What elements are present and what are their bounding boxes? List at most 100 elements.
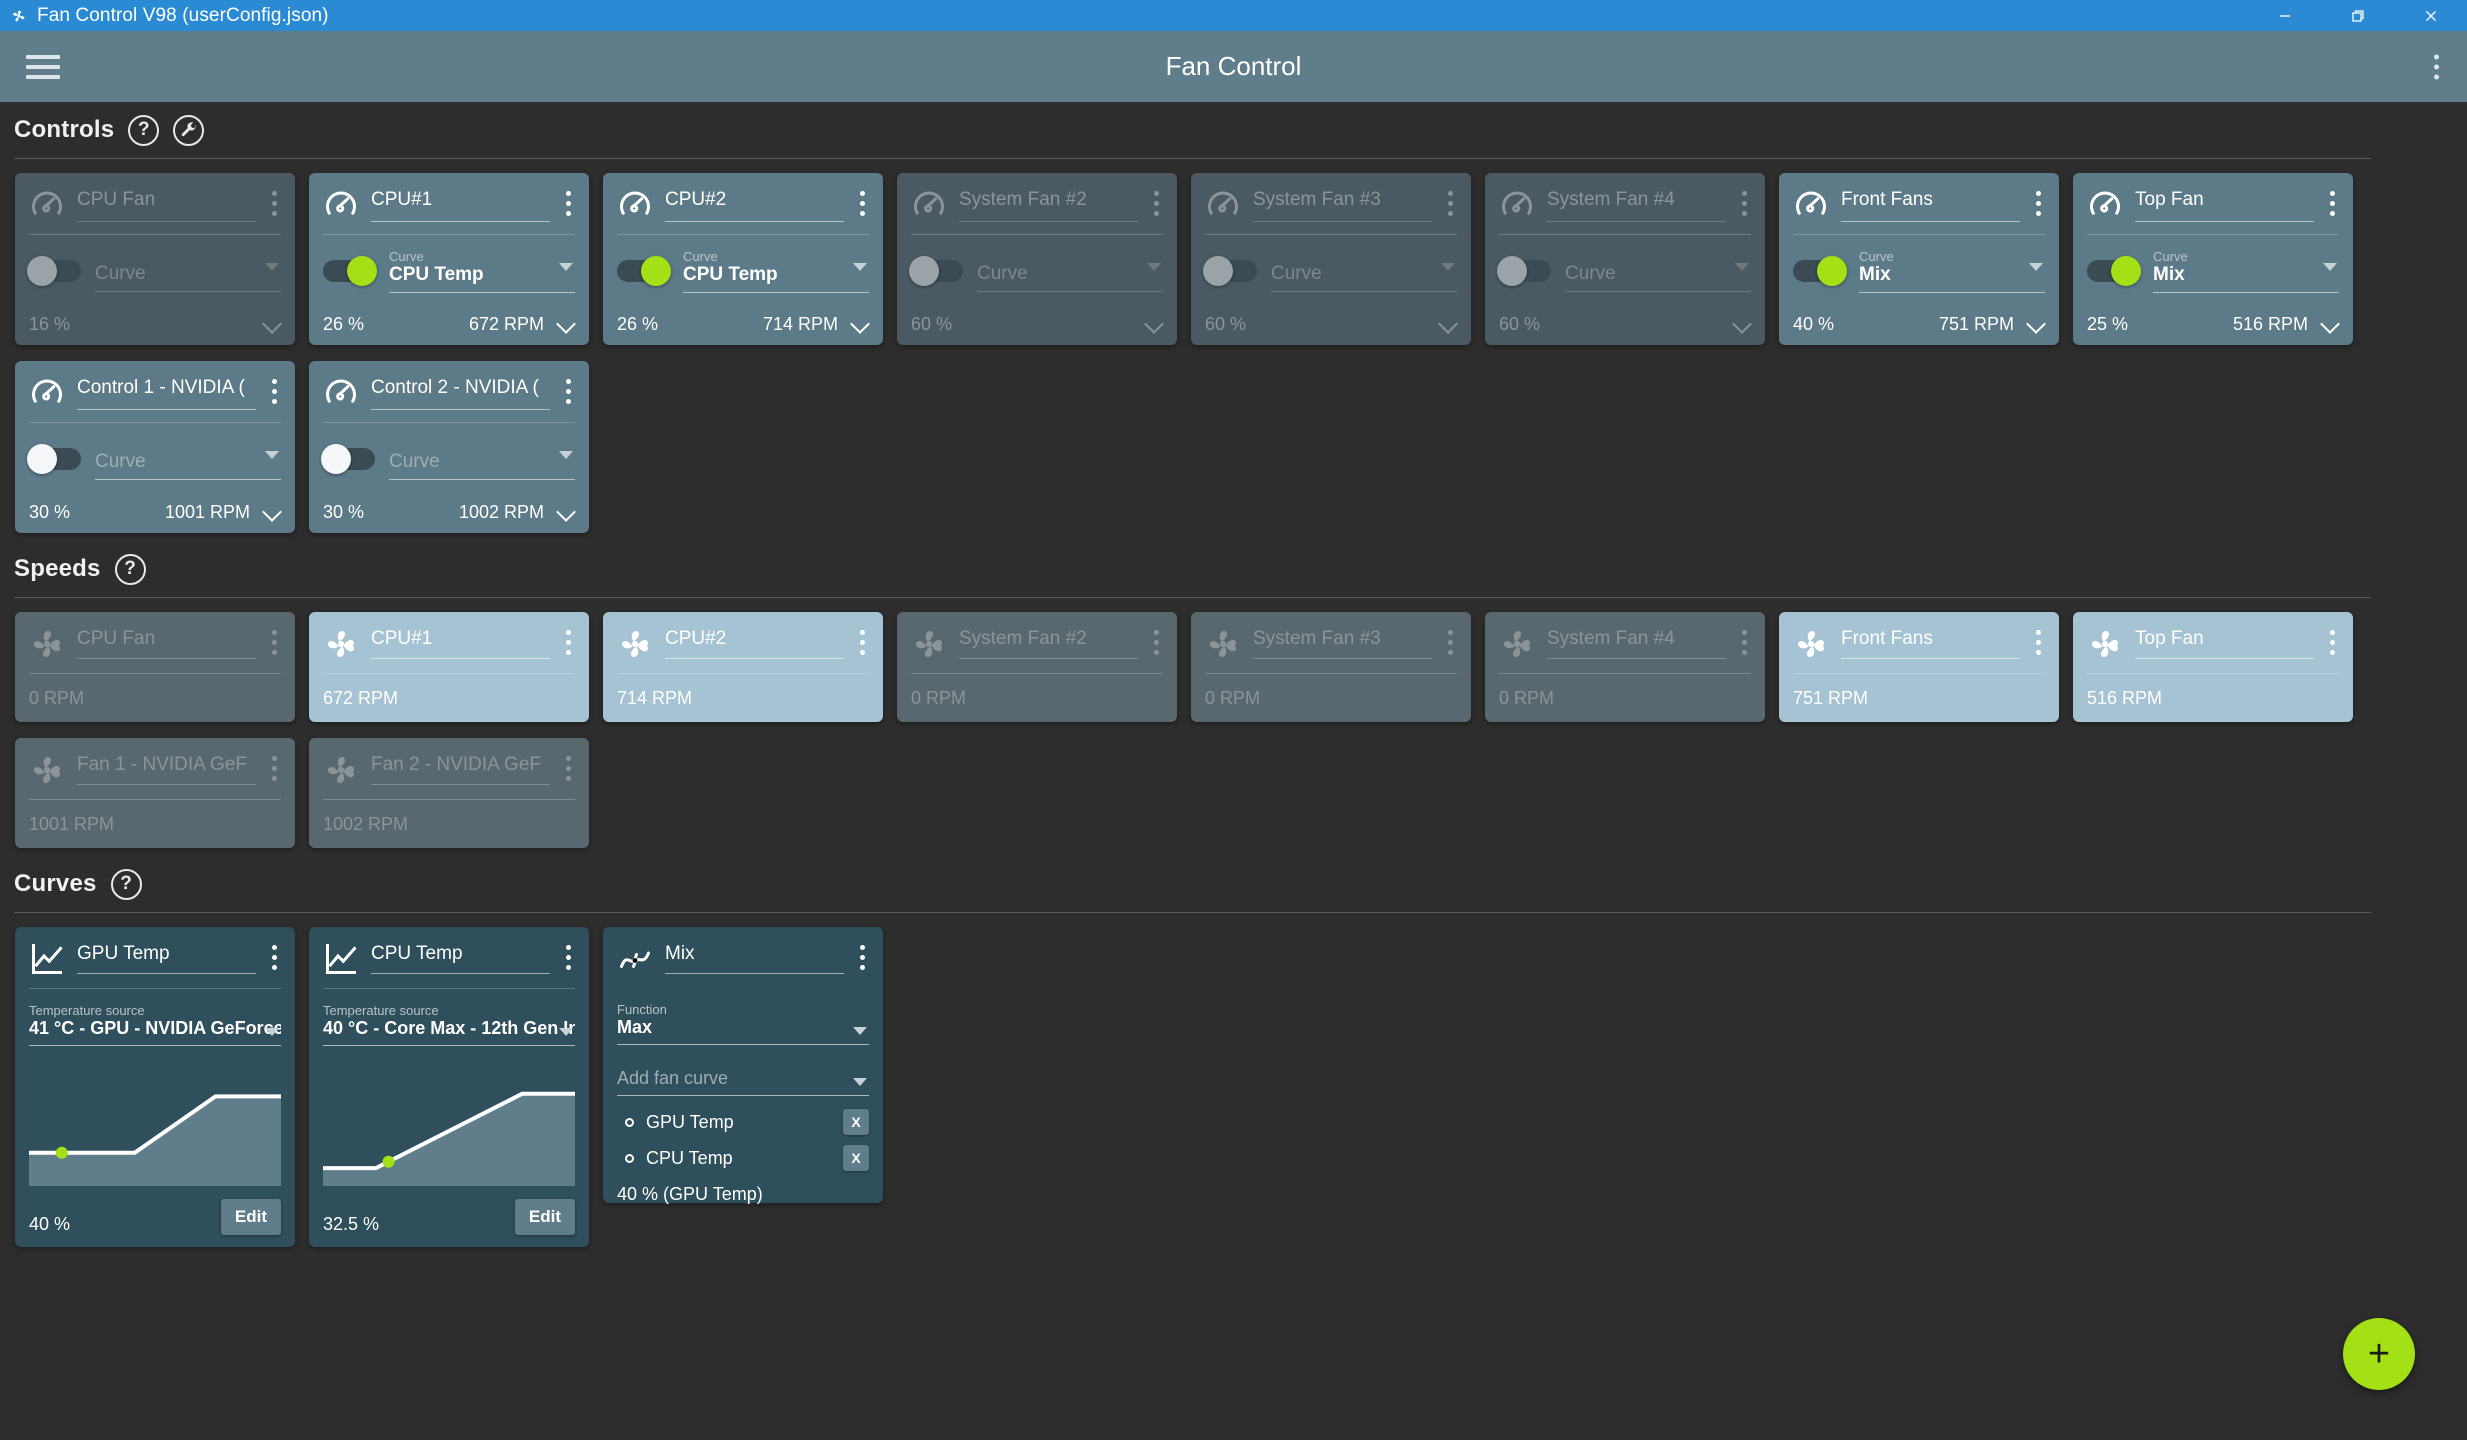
control-kebab-menu-icon[interactable] xyxy=(2326,185,2339,222)
speed-card[interactable]: Front Fans751 RPM xyxy=(1779,612,2059,722)
control-name[interactable]: Control 1 - NVIDIA ( xyxy=(77,377,256,401)
control-name[interactable]: CPU Fan xyxy=(77,189,256,213)
close-button[interactable] xyxy=(2394,0,2467,31)
add-button[interactable]: + xyxy=(2343,1318,2415,1390)
speed-kebab-menu-icon[interactable] xyxy=(856,624,869,661)
question-mark-icon[interactable]: ? xyxy=(111,869,142,900)
speed-name[interactable]: System Fan #4 xyxy=(1547,628,1675,649)
expand-chevron-icon[interactable] xyxy=(2028,316,2045,333)
speed-card[interactable]: System Fan #40 RPM xyxy=(1485,612,1765,722)
temperature-source-select[interactable]: Temperature source40 °C - Core Max - 12t… xyxy=(323,1003,575,1046)
curve-card[interactable]: CPU Temp Temperature source40 °C - Core M… xyxy=(309,927,589,1247)
control-kebab-menu-icon[interactable] xyxy=(1444,185,1457,222)
control-kebab-menu-icon[interactable] xyxy=(2032,185,2045,222)
speed-kebab-menu-icon[interactable] xyxy=(268,624,281,661)
speed-kebab-menu-icon[interactable] xyxy=(1444,624,1457,661)
control-enable-toggle[interactable] xyxy=(617,260,669,282)
speed-card[interactable]: Fan 2 - NVIDIA GeF1002 RPM xyxy=(309,738,589,848)
expand-chevron-icon[interactable] xyxy=(558,504,575,521)
edit-button[interactable]: Edit xyxy=(515,1199,575,1235)
control-kebab-menu-icon[interactable] xyxy=(1738,185,1751,222)
minimize-button[interactable] xyxy=(2248,0,2321,31)
speed-card[interactable]: System Fan #30 RPM xyxy=(1191,612,1471,722)
control-curve-select[interactable]: Curve xyxy=(95,437,281,480)
speed-name[interactable]: Fan 2 - NVIDIA GeF xyxy=(371,754,541,775)
curve-name[interactable]: CPU Temp xyxy=(371,943,463,964)
control-enable-toggle[interactable] xyxy=(29,260,81,282)
curve-chart[interactable] xyxy=(29,1058,281,1186)
control-card[interactable]: Front FansCurveMix40 %751 RPM xyxy=(1779,173,2059,345)
control-name[interactable]: System Fan #4 xyxy=(1547,189,1726,213)
expand-chevron-icon[interactable] xyxy=(2322,316,2339,333)
control-curve-select[interactable]: Curve xyxy=(1271,249,1457,292)
maximize-button[interactable] xyxy=(2321,0,2394,31)
control-card[interactable]: Control 1 - NVIDIA (Curve30 %1001 RPM xyxy=(15,361,295,533)
speed-card[interactable]: Fan 1 - NVIDIA GeF1001 RPM xyxy=(15,738,295,848)
curve-card[interactable]: MixFunctionMaxAdd fan curveGPU TempXCPU … xyxy=(603,927,883,1203)
speed-name[interactable]: CPU Fan xyxy=(77,628,155,649)
control-card[interactable]: Top FanCurveMix25 %516 RPM xyxy=(2073,173,2353,345)
speed-kebab-menu-icon[interactable] xyxy=(2326,624,2339,661)
mix-function-select[interactable]: FunctionMax xyxy=(617,1002,869,1045)
control-card[interactable]: System Fan #3Curve60 % xyxy=(1191,173,1471,345)
speed-kebab-menu-icon[interactable] xyxy=(2032,624,2045,661)
expand-chevron-icon[interactable] xyxy=(264,504,281,521)
control-curve-select[interactable]: Curve xyxy=(1565,249,1751,292)
speed-kebab-menu-icon[interactable] xyxy=(268,750,281,787)
control-kebab-menu-icon[interactable] xyxy=(562,373,575,410)
control-kebab-menu-icon[interactable] xyxy=(268,185,281,222)
curve-kebab-menu-icon[interactable] xyxy=(562,939,575,976)
add-fan-curve-select[interactable]: Add fan curve xyxy=(617,1059,869,1096)
curve-name[interactable]: GPU Temp xyxy=(77,943,170,964)
control-card[interactable]: System Fan #2Curve60 % xyxy=(897,173,1177,345)
wrench-icon[interactable] xyxy=(173,115,204,146)
control-kebab-menu-icon[interactable] xyxy=(856,185,869,222)
control-card[interactable]: CPU FanCurve16 % xyxy=(15,173,295,345)
speed-name[interactable]: System Fan #2 xyxy=(959,628,1087,649)
speed-name[interactable]: Fan 1 - NVIDIA GeF xyxy=(77,754,247,775)
speed-name[interactable]: CPU#1 xyxy=(371,628,432,649)
control-enable-toggle[interactable] xyxy=(29,448,81,470)
expand-chevron-icon[interactable] xyxy=(264,316,281,333)
expand-chevron-icon[interactable] xyxy=(1440,316,1457,333)
control-enable-toggle[interactable] xyxy=(323,448,375,470)
control-card[interactable]: Control 2 - NVIDIA (Curve30 %1002 RPM xyxy=(309,361,589,533)
speed-card[interactable]: CPU Fan0 RPM xyxy=(15,612,295,722)
control-enable-toggle[interactable] xyxy=(1205,260,1257,282)
edit-button[interactable]: Edit xyxy=(221,1199,281,1235)
speed-name[interactable]: Top Fan xyxy=(2135,628,2204,649)
control-curve-select[interactable]: CurveCPU Temp xyxy=(389,249,575,293)
speed-card[interactable]: Top Fan516 RPM xyxy=(2073,612,2353,722)
control-name[interactable]: System Fan #2 xyxy=(959,189,1138,213)
speed-name[interactable]: System Fan #3 xyxy=(1253,628,1381,649)
speed-kebab-menu-icon[interactable] xyxy=(562,750,575,787)
control-card[interactable]: CPU#2CurveCPU Temp26 %714 RPM xyxy=(603,173,883,345)
curve-kebab-menu-icon[interactable] xyxy=(856,939,869,976)
speed-card[interactable]: CPU#2714 RPM xyxy=(603,612,883,722)
control-card[interactable]: System Fan #4Curve60 % xyxy=(1485,173,1765,345)
control-name[interactable]: Top Fan xyxy=(2135,189,2314,213)
expand-chevron-icon[interactable] xyxy=(1734,316,1751,333)
curve-chart[interactable] xyxy=(323,1058,575,1186)
control-curve-select[interactable]: Curve xyxy=(389,437,575,480)
speed-kebab-menu-icon[interactable] xyxy=(1150,624,1163,661)
control-kebab-menu-icon[interactable] xyxy=(1150,185,1163,222)
kebab-menu-icon[interactable] xyxy=(2428,48,2445,85)
curve-kebab-menu-icon[interactable] xyxy=(268,939,281,976)
control-card[interactable]: CPU#1CurveCPU Temp26 %672 RPM xyxy=(309,173,589,345)
curve-name[interactable]: Mix xyxy=(665,943,695,964)
control-curve-select[interactable]: CurveMix xyxy=(2153,249,2339,293)
speed-name[interactable]: Front Fans xyxy=(1841,628,1933,649)
speed-card[interactable]: CPU#1672 RPM xyxy=(309,612,589,722)
expand-chevron-icon[interactable] xyxy=(852,316,869,333)
expand-chevron-icon[interactable] xyxy=(1146,316,1163,333)
expand-chevron-icon[interactable] xyxy=(558,316,575,333)
control-curve-select[interactable]: CurveCPU Temp xyxy=(683,249,869,293)
control-enable-toggle[interactable] xyxy=(1793,260,1845,282)
control-name[interactable]: CPU#2 xyxy=(665,189,844,213)
control-name[interactable]: Control 2 - NVIDIA ( xyxy=(371,377,550,401)
control-name[interactable]: Front Fans xyxy=(1841,189,2020,213)
control-name[interactable]: CPU#1 xyxy=(371,189,550,213)
control-kebab-menu-icon[interactable] xyxy=(562,185,575,222)
control-enable-toggle[interactable] xyxy=(911,260,963,282)
